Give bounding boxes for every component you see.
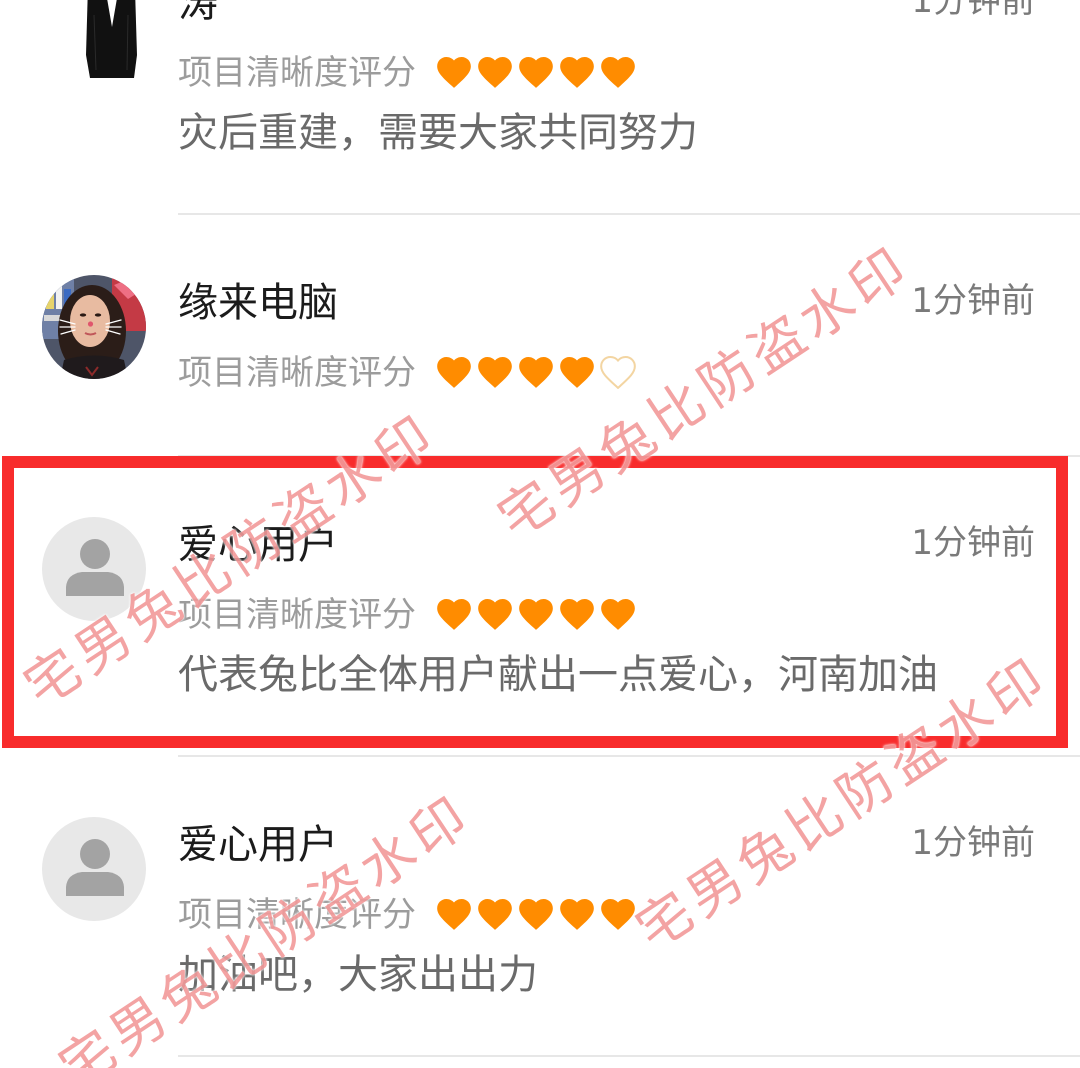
heart-filled-icon [600,898,636,931]
heart-filled-icon [518,56,554,89]
rating-hearts [436,598,636,631]
rating-label: 项目清晰度评分 [178,353,416,393]
heart-filled-icon [600,56,636,89]
user-avatar[interactable] [42,275,146,379]
rating-label: 项目清晰度评分 [178,595,416,635]
heart-filled-icon [436,898,472,931]
default-avatar-icon[interactable] [42,517,146,621]
rating-label: 项目清晰度评分 [178,53,416,93]
user-avatar[interactable] [42,0,146,79]
comment-time: 1分钟前 [911,523,1035,563]
heart-filled-icon [436,598,472,631]
heart-filled-icon [477,56,513,89]
comment-time: 1分钟前 [911,0,1035,21]
heart-filled-icon [559,598,595,631]
comment-text: 代表兔比全体用户献出一点爱心，河南加油 [178,652,938,698]
comment-time: 1分钟前 [911,823,1035,863]
comment-time: 1分钟前 [911,281,1035,321]
heart-filled-icon [436,56,472,89]
comment-item: 爱心用户 1分钟前 项目清晰度评分 代表兔比全体用户献出一点爱心，河南加油 [0,457,1080,757]
comment-item: 缘来电脑 1分钟前 项目清晰度评分 [0,215,1080,457]
comment-list[interactable]: 涛 1分钟前 项目清晰度评分 灾后重建，需要大家共同努力 缘来电脑 1分钟前 项… [0,0,1080,1057]
user-name: 爱心用户 [178,522,338,568]
heart-filled-icon [477,356,513,389]
heart-filled-icon [600,598,636,631]
user-name: 缘来电脑 [178,280,338,326]
rating-hearts [436,56,636,89]
default-avatar-icon[interactable] [42,817,146,921]
comment-item: 爱心用户 1分钟前 项目清晰度评分 加油吧，大家出出力 [0,757,1080,1057]
rating-hearts [436,356,636,389]
heart-filled-icon [477,598,513,631]
comment-text: 灾后重建，需要大家共同努力 [178,110,698,156]
heart-filled-icon [559,898,595,931]
comment-text: 加油吧，大家出出力 [178,952,538,998]
heart-filled-icon [477,898,513,931]
rating-label: 项目清晰度评分 [178,895,416,935]
heart-filled-icon [518,898,554,931]
heart-filled-icon [559,56,595,89]
user-name: 涛 [178,0,218,26]
user-name: 爱心用户 [178,822,338,868]
heart-filled-icon [559,356,595,389]
heart-filled-icon [518,598,554,631]
divider [178,1055,1080,1057]
comment-item: 涛 1分钟前 项目清晰度评分 灾后重建，需要大家共同努力 [0,0,1080,215]
heart-empty-icon [600,356,636,389]
heart-filled-icon [518,356,554,389]
heart-filled-icon [436,356,472,389]
comment-screen: 涛 1分钟前 项目清晰度评分 灾后重建，需要大家共同努力 缘来电脑 1分钟前 项… [0,0,1080,1068]
rating-hearts [436,898,636,931]
